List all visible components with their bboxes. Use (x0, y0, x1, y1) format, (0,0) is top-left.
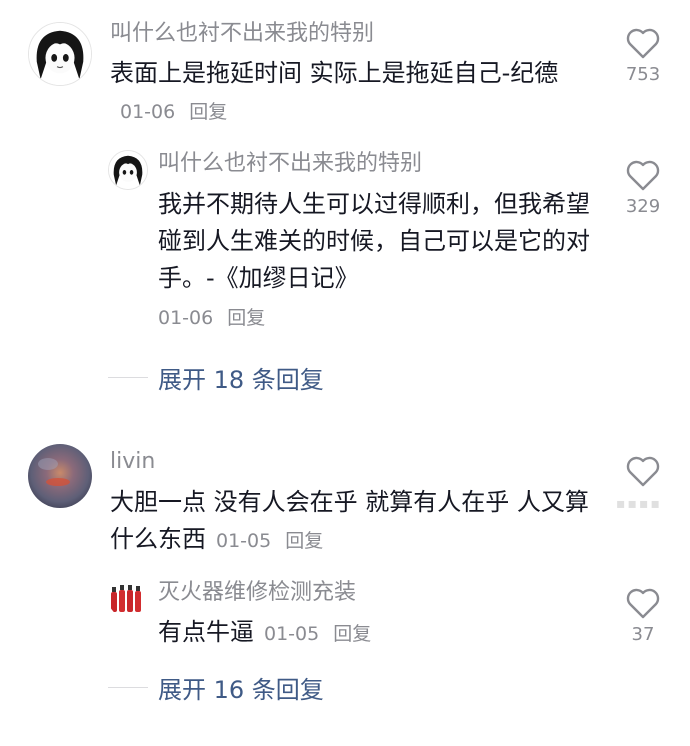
like-button[interactable]: 329 (608, 158, 678, 218)
reply-username[interactable]: 叫什么也衬不出来我的特别 (158, 150, 422, 178)
comment-text: 大胆一点 没有人会在乎 就算有人在乎 人又算什么东西 01-05 回复 (110, 484, 590, 560)
reply-meta: 01-06 回复 (158, 304, 265, 332)
expand-replies-label: 展开 18 条回复 (158, 366, 324, 394)
like-count: 329 (625, 196, 661, 217)
heart-outline-icon (626, 160, 660, 191)
comment-body: 大胆一点 没有人会在乎 就算有人在乎 人又算什么东西 (110, 488, 589, 553)
abstract-photo-avatar-image (28, 444, 92, 508)
comment-date: 01-06 (120, 101, 176, 123)
comment-date: 01-05 (216, 530, 272, 552)
expand-replies-button[interactable]: 展开 16 条回复 (108, 670, 324, 705)
heart-outline-icon (626, 456, 660, 487)
comment-body: 表面上是拖延时间 实际上是拖延自己-纪德 (110, 59, 559, 87)
reply-button[interactable]: 回复 (333, 623, 371, 645)
avatar[interactable] (108, 150, 148, 190)
reply-text: 我并不期待人生可以过得顺利，但我希望碰到人生难关的时候，自己可以是它的对手。-《… (158, 190, 590, 292)
like-button[interactable]: 753 (608, 26, 678, 86)
comment-username[interactable]: livin (110, 448, 155, 476)
reply-body: 有点牛逼 (158, 618, 254, 646)
anime-girl-avatar-image (109, 151, 147, 189)
like-count: 753 (625, 64, 661, 85)
reply-date: 01-05 (264, 623, 320, 645)
avatar[interactable] (28, 22, 92, 86)
heart-outline-icon (626, 588, 660, 619)
avatar[interactable] (108, 578, 148, 618)
fire-extinguisher-avatar-image (108, 578, 148, 618)
reply-button[interactable]: 回复 (285, 530, 323, 552)
reply-button[interactable]: 回复 (227, 307, 265, 329)
heart-outline-icon (626, 28, 660, 59)
avatar[interactable] (28, 444, 92, 508)
anime-girl-avatar-image (29, 23, 91, 85)
expand-replies-button[interactable]: 展开 18 条回复 (108, 360, 324, 395)
comment-username[interactable]: 叫什么也衬不出来我的特别 (110, 20, 374, 48)
expand-replies-label: 展开 16 条回复 (158, 676, 324, 704)
comment-text: 表面上是拖延时间 实际上是拖延自己-纪德 01-06 回复 (110, 55, 590, 131)
like-count: 37 (631, 624, 655, 645)
divider-line (108, 377, 148, 378)
reply-date: 01-06 (158, 307, 214, 329)
reply-username[interactable]: 灭火器维修检测充装 (158, 579, 356, 607)
decorative-dots: ▪▪▪▪ (616, 496, 662, 512)
reply-button[interactable]: 回复 (189, 101, 227, 123)
like-button[interactable]: 37 (608, 586, 678, 646)
divider-line (108, 687, 148, 688)
reply-text: 有点牛逼 01-05 回复 (158, 614, 594, 653)
